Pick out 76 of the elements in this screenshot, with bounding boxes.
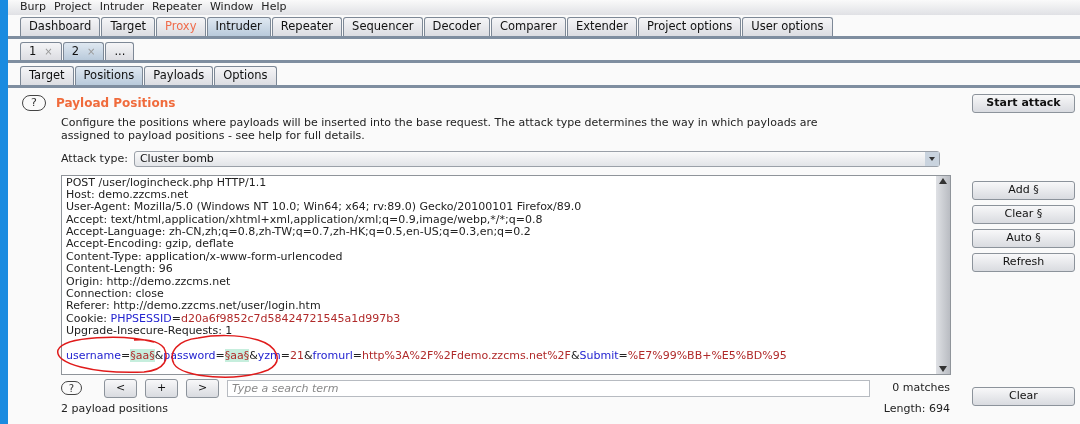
menu-item[interactable]: Repeater [151,0,202,16]
request-text: Origin: http://demo.zzcms.net [66,274,231,288]
request-text: & [570,348,580,362]
request-text: Accept-Encoding: gzip, deflate [66,237,234,251]
request-text: Accept-Language: zh-CN,zh;q=0.8,zh-TW;q=0.7,zh-HK;q=0.5,en-US;q=0.3,en;q=0.2 [66,225,531,239]
scrollbar[interactable] [936,175,950,374]
request-text: fromurl [312,348,353,362]
tab[interactable]: Decoder [423,17,490,36]
tab[interactable]: Comparer [490,17,566,36]
tab[interactable]: Payloads [144,66,214,85]
tab[interactable]: ... [105,42,135,60]
request-text: Host: demo.zzcms.net [66,187,189,201]
request-text: PHPSESSID [110,311,172,325]
request-text: Content-Type: application/x-www-form-urlencoded [66,249,343,263]
start-attack-button[interactable]: Start attack [972,94,1075,113]
description: Configure the positions where payloads will be inserted into the base request. The attack type determines the way in which payloads are assigned to payload positions - see help for full details. [61,116,819,142]
tab[interactable]: Project options [637,17,742,36]
tab[interactable]: 2 × [62,42,105,60]
request-text: = [618,348,628,362]
request-text: %E7%99%BB+%E5%BD%95 [627,348,787,362]
scroll-up-icon[interactable] [939,177,947,184]
attack-type-label: Attack type: [61,151,128,167]
section-title: Payload Positions [56,95,176,112]
request-text: & [249,348,258,362]
request-text: = [215,348,225,362]
payload-marker: §aa§ [224,348,250,362]
tab[interactable]: Intruder [206,17,271,36]
request-text: = [121,348,131,362]
editor-button[interactable]: Add § [972,181,1075,200]
request-text: = [280,348,290,362]
request-text: http%3A%2F%2Fdemo.zzcms.net%2F [361,348,571,362]
menu-item[interactable]: Window [210,0,254,16]
request-text: Connection: close [66,287,164,300]
length-label: Length: 694 [883,402,950,415]
request-text: 21 [290,348,304,362]
request-text: POST /user/logincheck.php HTTP/1.1 [66,175,267,189]
tab[interactable]: Positions [74,66,144,85]
request-text: Upgrade-Insecure-Requests: 1 [66,324,233,338]
previous-button[interactable]: < [104,378,137,398]
request-text: = [352,348,362,362]
request-text: Referer: http://demo.zzcms.net/user/login.htm [66,299,321,313]
menu-item[interactable]: Project [54,0,92,16]
tab[interactable]: Target [101,17,155,36]
clear-button[interactable]: Clear [972,386,1075,406]
request-text: d20a6f9852c7d58424721545a1d997b3 [180,311,401,325]
tab[interactable]: Repeater [271,17,343,36]
tab[interactable]: 1 × [20,42,62,60]
request-text: User-Agent: Mozilla/5.0 (Windows NT 10.0; Win64; x64; rv:89.0) Gecko/20100101 Firefox/89.0 [66,200,582,214]
request-text: Accept: text/html,application/xhtml+xml,application/xml;q=0.9,image/webp,*/*;q=0.8 [66,212,543,226]
menu-item[interactable]: Burp [20,0,47,16]
menu-item[interactable]: Help [261,0,287,16]
request-text: username [66,348,121,362]
attack-type-dropdown[interactable]: Cluster bomb [133,151,940,168]
request-text: & [154,348,164,362]
next-button[interactable]: > [186,378,219,398]
tab[interactable]: Dashboard [20,17,101,36]
request-text: Content-Length: 96 [66,262,173,276]
request-text: Submit [579,348,619,362]
payload-count: 2 payload positions [61,402,169,415]
editor-button[interactable]: Auto § [972,229,1075,248]
tab[interactable]: Extender [566,17,637,36]
tab[interactable]: Target [20,66,74,85]
match-count: 0 matches [892,379,950,396]
editor-button[interactable]: Clear § [972,205,1075,224]
request-text: = [171,311,181,325]
tab[interactable]: User options [742,17,833,36]
add-button[interactable]: + [145,378,178,398]
request-text: Cookie: [66,311,109,325]
editor-button[interactable]: Refresh [972,253,1075,272]
scroll-down-icon[interactable] [939,365,947,372]
search-field[interactable]: Type a search term [227,379,870,397]
tab[interactable]: Options [214,66,277,85]
payload-marker: §aa§ [130,348,155,362]
request-text: & [304,348,313,362]
menu-item[interactable]: Intruder [99,0,144,16]
tab[interactable]: Sequencer [343,17,423,36]
